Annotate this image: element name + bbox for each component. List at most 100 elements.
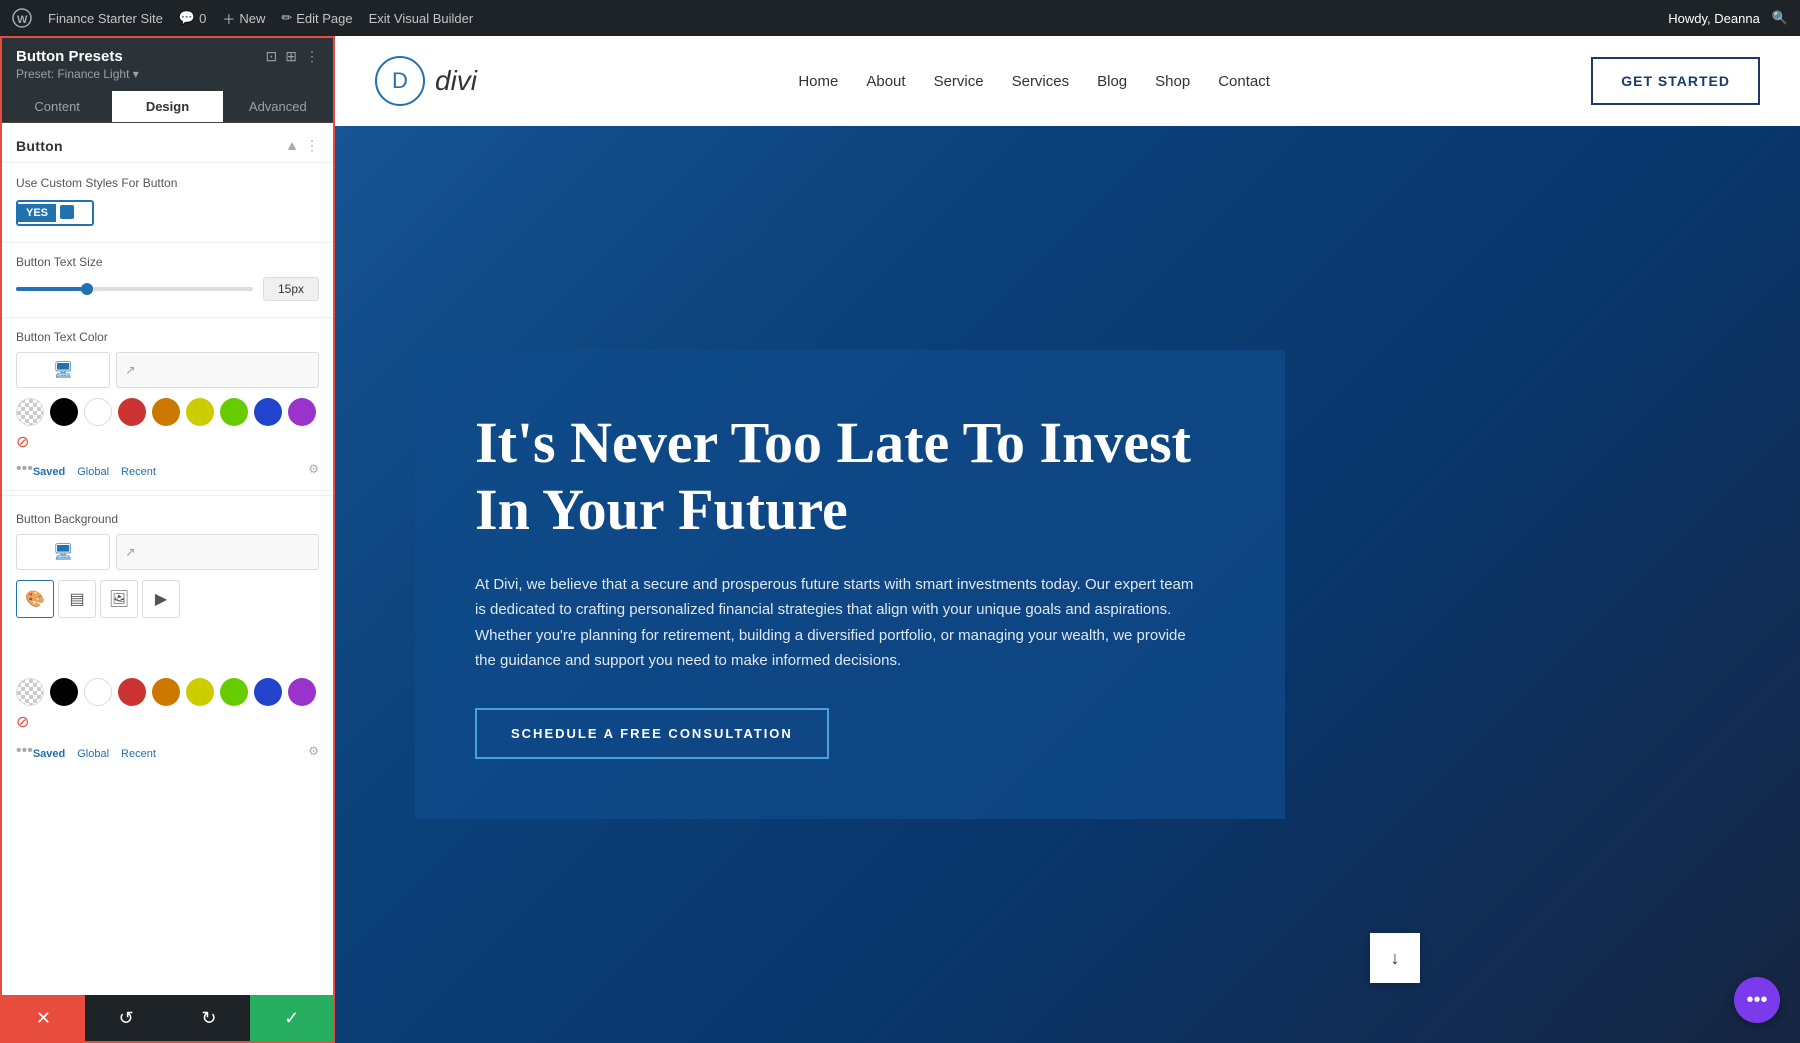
- bg-color-type[interactable]: 🎨: [16, 580, 54, 618]
- recent-tab-2[interactable]: Recent: [121, 748, 156, 760]
- menu-about[interactable]: About: [866, 73, 905, 90]
- blue-swatch-2[interactable]: [254, 678, 282, 706]
- down-arrow-button[interactable]: ↓: [1370, 933, 1420, 983]
- transparent-swatch[interactable]: [16, 398, 44, 426]
- left-panel: Button Presets Preset: Finance Light ▾ ⊡…: [0, 36, 335, 1043]
- transparent-swatch-2[interactable]: [16, 678, 44, 706]
- redo-button[interactable]: ↻: [168, 995, 251, 1041]
- tab-design[interactable]: Design: [112, 91, 222, 122]
- site-logo: D divi: [375, 56, 477, 106]
- color-monitor-box[interactable]: 🖥: [16, 352, 110, 388]
- panel-preset[interactable]: Preset: Finance Light ▾: [16, 67, 139, 81]
- saved-tab-2[interactable]: Saved: [33, 748, 65, 760]
- monitor-icon: 🖥: [53, 360, 73, 380]
- slider-thumb[interactable]: [81, 283, 93, 295]
- site-cta-button[interactable]: GET STARTED: [1591, 57, 1760, 105]
- eyedropper-icon[interactable]: ⊘: [16, 432, 29, 452]
- yellow-swatch-2[interactable]: [186, 678, 214, 706]
- hero-cta-button[interactable]: SCHEDULE A FREE CONSULTATION: [475, 708, 829, 759]
- new-item[interactable]: ＋ New: [222, 9, 265, 28]
- orange-swatch-2[interactable]: [152, 678, 180, 706]
- global-tab[interactable]: Global: [77, 466, 109, 478]
- save-button[interactable]: ✓: [250, 995, 333, 1041]
- down-arrow-icon: ↓: [1391, 948, 1400, 969]
- custom-styles-toggle[interactable]: YES: [16, 200, 94, 226]
- red-swatch[interactable]: [118, 398, 146, 426]
- bg-input-box[interactable]: ↗: [116, 534, 319, 570]
- menu-contact[interactable]: Contact: [1218, 73, 1270, 90]
- tab-advanced[interactable]: Advanced: [223, 91, 333, 122]
- blue-swatch[interactable]: [254, 398, 282, 426]
- collapse-section-icon[interactable]: ▲: [285, 137, 299, 154]
- white-swatch[interactable]: [84, 398, 112, 426]
- green-swatch[interactable]: [220, 398, 248, 426]
- comment-item[interactable]: 💬 0: [179, 10, 206, 26]
- admin-bar-right: Howdy, Deanna 🔍: [1668, 10, 1788, 26]
- bg-label: Button Background: [16, 512, 319, 526]
- bg-cursor-indicator: ↗: [125, 545, 135, 559]
- expand-icon[interactable]: ⊞: [285, 48, 297, 65]
- svg-text:W: W: [17, 14, 28, 26]
- wp-logo-item[interactable]: W: [12, 8, 32, 28]
- more-icon[interactable]: ⋮: [305, 48, 319, 65]
- red-swatch-2[interactable]: [118, 678, 146, 706]
- recent-tab[interactable]: Recent: [121, 466, 156, 478]
- panel-header-icons: ⊡ ⊞ ⋮: [266, 48, 319, 65]
- text-size-label: Button Text Size: [16, 255, 319, 269]
- global-tab-2[interactable]: Global: [77, 748, 109, 760]
- text-color-label: Button Text Color: [16, 330, 319, 344]
- yellow-swatch[interactable]: [186, 398, 214, 426]
- section-title: Button: [16, 138, 63, 154]
- search-icon[interactable]: 🔍: [1772, 10, 1788, 26]
- color-settings-icon-2[interactable]: ⚙: [308, 744, 319, 758]
- site-name-label: Finance Starter Site: [48, 11, 163, 26]
- edit-page-item[interactable]: ✏ Edit Page: [281, 10, 352, 26]
- bg-preview-row: 🖥 ↗: [16, 534, 319, 570]
- section-menu-icon[interactable]: ⋮: [305, 137, 319, 154]
- dots-more-icon[interactable]: •••: [16, 460, 33, 478]
- black-swatch[interactable]: [50, 398, 78, 426]
- exit-builder-item[interactable]: Exit Visual Builder: [369, 11, 474, 26]
- divider-1: [2, 242, 333, 243]
- user-greeting: Howdy, Deanna: [1668, 11, 1760, 26]
- color-settings-icon[interactable]: ⚙: [308, 462, 319, 476]
- minimize-icon[interactable]: ⊡: [266, 48, 278, 65]
- site-name-item[interactable]: Finance Starter Site: [48, 11, 163, 26]
- menu-blog[interactable]: Blog: [1097, 73, 1127, 90]
- color-input-box[interactable]: ↗: [116, 352, 319, 388]
- hero-description: At Divi, we believe that a secure and pr…: [475, 572, 1205, 674]
- green-swatch-2[interactable]: [220, 678, 248, 706]
- purple-swatch[interactable]: [288, 398, 316, 426]
- black-swatch-2[interactable]: [50, 678, 78, 706]
- bg-gradient-type[interactable]: ▤: [58, 580, 96, 618]
- orange-swatch[interactable]: [152, 398, 180, 426]
- purple-swatch-2[interactable]: [288, 678, 316, 706]
- toggle-yes-label: YES: [18, 204, 56, 222]
- edit-page-label: Edit Page: [296, 11, 352, 26]
- tab-content[interactable]: Content: [2, 91, 112, 122]
- saved-tab[interactable]: Saved: [33, 466, 65, 478]
- section-header: Button ▲ ⋮: [2, 123, 333, 163]
- eyedropper-icon-2[interactable]: ⊘: [16, 712, 29, 732]
- fab-icon: •••: [1746, 989, 1767, 1012]
- undo-icon: ↺: [119, 1008, 134, 1029]
- cancel-button[interactable]: ✕: [2, 995, 85, 1041]
- bg-monitor-box[interactable]: 🖥: [16, 534, 110, 570]
- white-swatch-2[interactable]: [84, 678, 112, 706]
- bg-monitor-icon: 🖥: [53, 542, 73, 562]
- menu-home[interactable]: Home: [798, 73, 838, 90]
- color-section-2: ⊘ ••• Saved Global Recent ⚙: [2, 670, 333, 772]
- menu-service[interactable]: Service: [934, 73, 984, 90]
- website-content: D divi Home About Service Services Blog …: [335, 36, 1800, 1043]
- site-cta-label: GET STARTED: [1621, 73, 1730, 89]
- dots-more-icon-2[interactable]: •••: [16, 742, 33, 760]
- text-size-row: Button Text Size 15px: [2, 247, 333, 313]
- fab-button[interactable]: •••: [1734, 977, 1780, 1023]
- hero-section: It's Never Too Late To Invest In Your Fu…: [335, 126, 1800, 1043]
- menu-shop[interactable]: Shop: [1155, 73, 1190, 90]
- bg-video-type[interactable]: ▶: [142, 580, 180, 618]
- menu-services[interactable]: Services: [1012, 73, 1070, 90]
- slider-value[interactable]: 15px: [263, 277, 319, 301]
- undo-button[interactable]: ↺: [85, 995, 168, 1041]
- bg-image-type[interactable]: 🖼: [100, 580, 138, 618]
